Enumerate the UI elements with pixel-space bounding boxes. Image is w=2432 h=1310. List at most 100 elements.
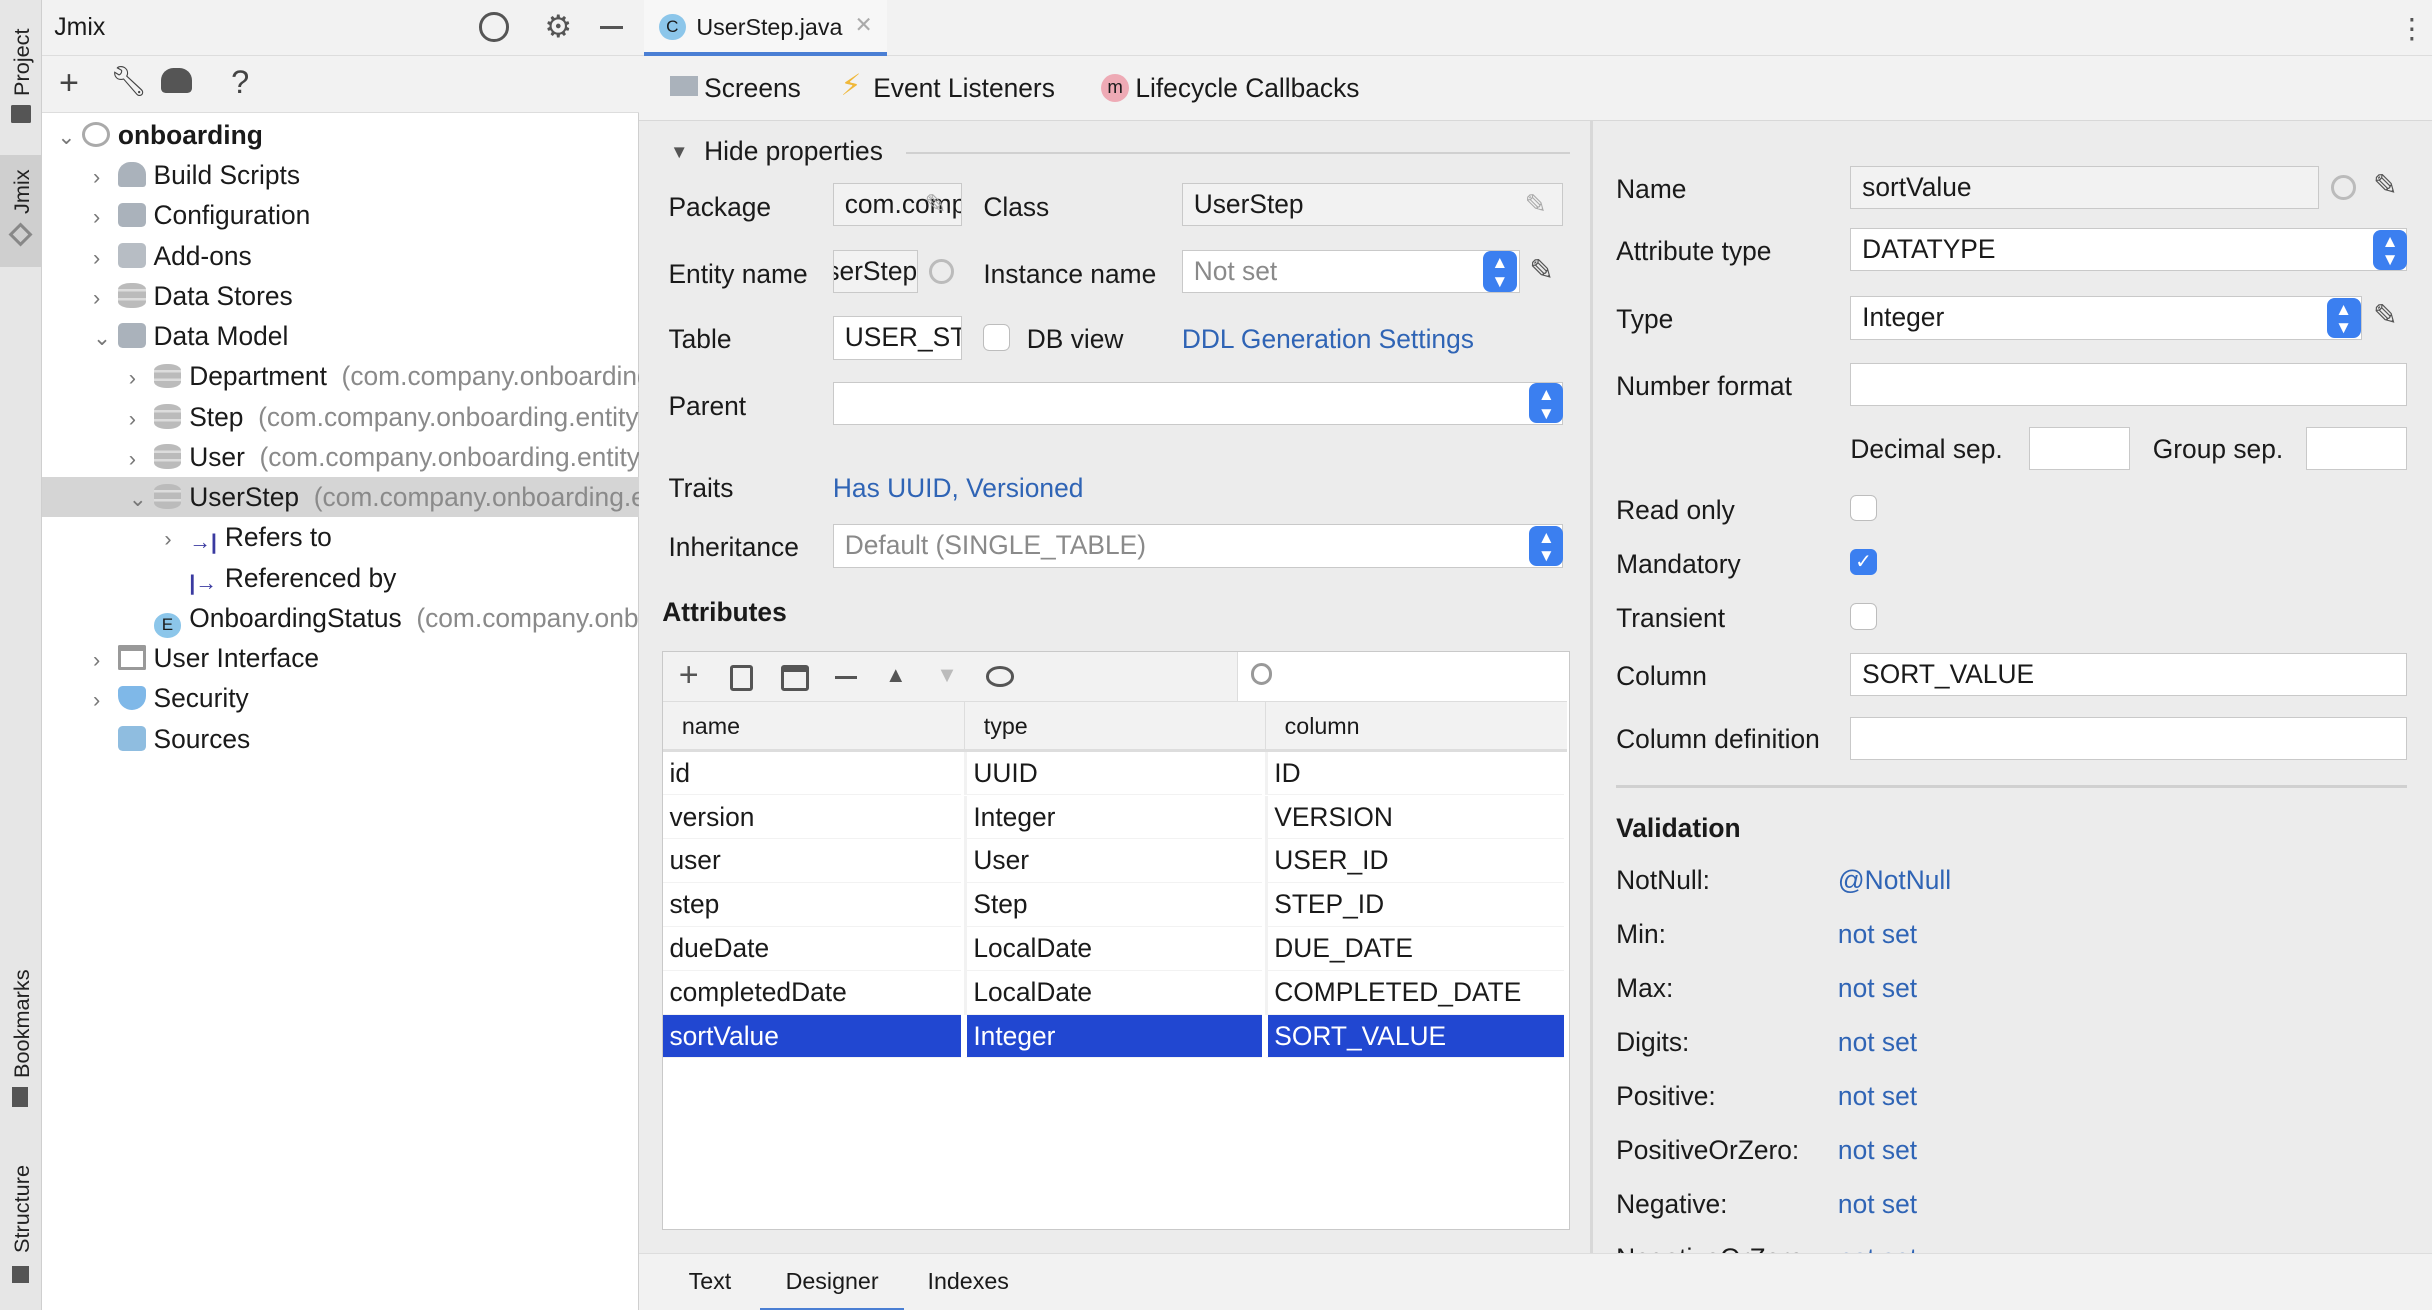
eye-icon[interactable] <box>985 666 1014 687</box>
validation-value-link[interactable]: not set <box>1838 1081 1917 1112</box>
column-header-type[interactable]: type <box>964 702 1265 752</box>
table-field[interactable]: USER_STEP <box>832 316 962 360</box>
move-up-icon[interactable]: ▲ <box>885 662 906 688</box>
attribute-type-select[interactable]: DATATYPE <box>1850 227 2408 272</box>
table-row[interactable]: user User USER_ID <box>663 839 1567 883</box>
tree-item[interactable]: › →| Refers to <box>42 517 639 557</box>
gear-icon[interactable]: ⚙ <box>544 9 572 45</box>
chevron-right-icon[interactable]: › <box>129 439 154 477</box>
inheritance-select[interactable]: Default (SINGLE_TABLE) <box>832 524 1564 568</box>
type-select[interactable]: Integer <box>1850 296 2363 340</box>
tree-item[interactable]: › Data Stores <box>42 276 639 316</box>
validation-value-link[interactable]: not set <box>1838 1243 1917 1253</box>
add-icon[interactable]: + <box>59 64 79 103</box>
copy-icon[interactable] <box>729 664 754 692</box>
chevron-updown-icon[interactable]: ▲ ▼ <box>1529 383 1564 424</box>
validation-value-link[interactable]: not set <box>1838 1027 1917 1058</box>
chevron-updown-icon[interactable]: ▲ ▼ <box>1529 525 1564 567</box>
more-icon[interactable]: ⋮ <box>2398 12 2426 45</box>
chevron-right-icon[interactable]: › <box>93 157 118 195</box>
globe-icon[interactable] <box>929 259 954 284</box>
traits-link[interactable]: Has UUID, Versioned <box>833 473 1084 504</box>
chevron-right-icon[interactable]: › <box>93 278 118 316</box>
tab-text[interactable]: Text <box>689 1254 732 1310</box>
bookmarks-tool-button[interactable]: Bookmarks <box>9 969 35 1078</box>
decimal-sep-input[interactable] <box>2028 426 2130 470</box>
tree-item[interactable]: |→ Referenced by <box>42 558 639 598</box>
chevron-right-icon[interactable]: › <box>129 358 154 396</box>
event-listeners-button[interactable]: Event Listeners <box>873 73 1055 104</box>
locate-icon[interactable] <box>479 12 509 42</box>
chevron-down-icon[interactable]: ⌄ <box>129 479 154 517</box>
tab-userstep-java[interactable]: C UserStep.java ✕ <box>643 0 888 56</box>
chevron-right-icon[interactable]: › <box>93 680 118 718</box>
close-icon[interactable]: ✕ <box>855 12 873 38</box>
attributes-search-input[interactable] <box>1237 652 1568 703</box>
tree-item[interactable]: › Configuration <box>42 195 639 235</box>
column-header-name[interactable]: name <box>663 702 964 752</box>
chevron-right-icon[interactable]: › <box>129 399 154 437</box>
table-row[interactable]: version Integer VERSION <box>663 795 1567 839</box>
chevron-updown-icon[interactable]: ▲ ▼ <box>2326 297 2361 339</box>
tab-designer[interactable]: Designer <box>759 1254 905 1310</box>
parent-select[interactable] <box>832 381 1564 425</box>
pencil-icon[interactable]: ✎ <box>1529 253 1554 288</box>
pencil-icon[interactable]: ✎ <box>2373 168 2398 203</box>
column-definition-input[interactable] <box>1850 716 2408 760</box>
table-row[interactable]: sortValue Integer SORT_VALUE <box>663 1015 1567 1059</box>
mandatory-checkbox[interactable]: ✓ <box>1850 549 1877 576</box>
column-input[interactable]: SORT_VALUE <box>1850 652 2408 697</box>
tree-item[interactable]: Sources <box>42 719 639 759</box>
chevron-right-icon[interactable]: › <box>164 519 189 557</box>
ddl-generation-settings-link[interactable]: DDL Generation Settings <box>1182 324 1474 355</box>
tree-item[interactable]: › Security <box>42 678 639 718</box>
lifecycle-callbacks-button[interactable]: Lifecycle Callbacks <box>1135 73 1359 104</box>
validation-value-link[interactable]: not set <box>1838 1135 1917 1166</box>
instance-name-select[interactable]: Not set <box>1181 249 1520 294</box>
structure-tool-button[interactable]: Structure <box>9 1165 35 1253</box>
chevron-updown-icon[interactable]: ▲ ▼ <box>1482 251 1517 292</box>
tab-indexes[interactable]: Indexes <box>927 1254 1008 1310</box>
read-only-checkbox[interactable] <box>1850 494 1877 522</box>
db-view-checkbox[interactable] <box>983 324 1010 351</box>
chevron-updown-icon[interactable]: ▲ ▼ <box>2373 229 2408 270</box>
chevron-right-icon[interactable]: › <box>93 238 118 276</box>
help-icon[interactable]: ? <box>231 64 249 101</box>
hide-properties-toggle[interactable]: Hide properties <box>704 136 883 167</box>
tree-item[interactable]: › Step (com.company.onboarding.entity) <box>42 397 639 437</box>
tree-item[interactable]: › Department (com.company.onboarding.enti… <box>42 356 639 396</box>
project-tool-button[interactable]: Project <box>9 29 35 97</box>
validation-value-link[interactable]: not set <box>1838 919 1917 950</box>
move-down-icon[interactable]: ▼ <box>936 662 957 688</box>
pencil-icon[interactable]: ✎ <box>1525 189 1547 220</box>
tree-item[interactable]: › Build Scripts <box>42 155 639 195</box>
tree-item[interactable]: ⌄ onboarding <box>42 115 639 155</box>
chevron-right-icon[interactable]: › <box>93 197 118 235</box>
minimize-icon[interactable] <box>600 26 624 30</box>
add-from-template-icon[interactable] <box>781 664 810 692</box>
validation-value-link[interactable]: not set <box>1838 973 1917 1004</box>
remove-icon[interactable] <box>835 675 858 679</box>
class-field[interactable]: UserStep <box>1181 183 1564 227</box>
wrench-icon[interactable]: 🔧︎ <box>110 65 147 99</box>
validation-value-link[interactable]: @NotNull <box>1838 865 1951 896</box>
validation-value-link[interactable]: not set <box>1838 1189 1917 1220</box>
chevron-down-icon[interactable]: ⌄ <box>57 117 82 155</box>
screens-button[interactable]: Screens <box>704 73 801 104</box>
tree-item[interactable]: › User Interface <box>42 638 639 678</box>
table-row[interactable]: step Step STEP_ID <box>663 883 1567 927</box>
table-row[interactable]: id UUID ID <box>663 751 1567 796</box>
tree-item[interactable]: E OnboardingStatus (com.company.onboardin… <box>42 598 639 638</box>
name-field[interactable]: sortValue <box>1850 165 2319 210</box>
tree-item[interactable]: › User (com.company.onboarding.entity) <box>42 437 639 477</box>
tree-item[interactable]: ⌄ Data Model <box>42 316 639 356</box>
transient-checkbox[interactable] <box>1850 603 1877 630</box>
chevron-down-icon[interactable]: ⌄ <box>93 318 118 356</box>
chevron-right-icon[interactable]: › <box>93 640 118 678</box>
collapse-triangle-icon[interactable]: ▼ <box>670 141 688 163</box>
pencil-icon[interactable]: ✎ <box>2373 298 2398 333</box>
add-icon[interactable]: + <box>679 656 699 695</box>
gradle-icon[interactable] <box>161 68 193 94</box>
entity-name-field[interactable]: UserStep <box>832 249 919 294</box>
table-row[interactable]: dueDate LocalDate DUE_DATE <box>663 927 1567 971</box>
